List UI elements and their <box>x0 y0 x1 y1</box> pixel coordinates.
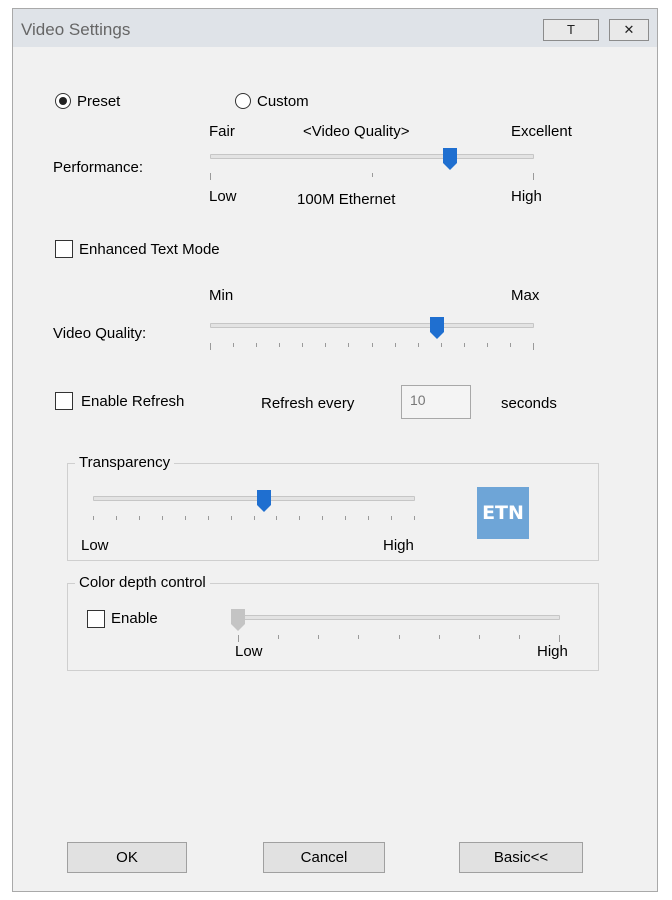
pin-button[interactable]: T <box>543 19 599 41</box>
slider-tick <box>348 343 349 347</box>
color-depth-low-label: Low <box>235 643 263 660</box>
color-depth-high-label: High <box>537 643 568 660</box>
refresh-seconds-label: seconds <box>501 395 557 412</box>
refresh-interval-value: 10 <box>410 392 426 408</box>
refresh-interval-input[interactable]: 10 <box>401 385 471 419</box>
slider-tick <box>358 635 359 639</box>
slider-tick <box>256 343 257 347</box>
performance-excellent-label: Excellent <box>511 123 572 140</box>
close-icon: ✕ <box>623 22 635 37</box>
video-quality-slider-thumb[interactable] <box>429 317 444 339</box>
color-depth-group <box>67 583 599 671</box>
video-quality-min-label: Min <box>209 287 234 304</box>
preset-radio-dot <box>59 97 67 105</box>
ok-button[interactable]: OK <box>67 842 187 873</box>
slider-tick <box>254 516 255 520</box>
video-quality-slider-ticks <box>210 343 534 350</box>
slider-tick <box>414 516 415 520</box>
slider-tick <box>185 516 186 520</box>
slider-tick <box>479 635 480 639</box>
preset-label[interactable]: Preset <box>77 93 120 110</box>
slider-tick <box>533 343 534 350</box>
slider-tick <box>278 635 279 639</box>
performance-high-label: High <box>511 188 542 205</box>
slider-tick <box>238 635 239 642</box>
slider-tick <box>231 516 232 520</box>
slider-tick <box>233 343 234 347</box>
video-quality-max-label: Max <box>511 287 540 304</box>
transparency-low-label: Low <box>81 537 109 554</box>
slider-tick <box>372 343 373 347</box>
slider-tick <box>139 516 140 520</box>
slider-tick <box>116 516 117 520</box>
slider-tick <box>533 173 534 180</box>
performance-slider-ticks <box>210 173 534 180</box>
slider-tick <box>276 516 277 520</box>
slider-tick <box>519 635 520 639</box>
transparency-slider-thumb[interactable] <box>256 490 271 512</box>
color-depth-slider-thumb[interactable] <box>231 609 245 631</box>
slider-tick <box>162 516 163 520</box>
slider-tick <box>210 343 211 350</box>
slider-tick <box>464 343 465 347</box>
pin-icon: T <box>567 22 575 37</box>
title-bar: Video Settings T ✕ <box>13 9 657 47</box>
transparency-slider-ticks <box>93 516 415 522</box>
performance-slider-track[interactable] <box>210 154 534 159</box>
transparency-high-label: High <box>383 537 414 554</box>
etn-logo: ETN <box>477 487 529 539</box>
video-settings-window: Video Settings T ✕ Preset Custom Fair <V… <box>12 8 658 892</box>
video-quality-slider-track[interactable] <box>210 323 534 328</box>
slider-tick <box>322 516 323 520</box>
enable-refresh-checkbox[interactable] <box>55 392 73 410</box>
slider-tick <box>318 635 319 639</box>
slider-tick <box>279 343 280 347</box>
slider-tick <box>510 343 511 347</box>
enhanced-text-checkbox[interactable] <box>55 240 73 258</box>
performance-video-quality-label: <Video Quality> <box>303 123 410 140</box>
slider-tick <box>559 635 560 642</box>
slider-tick <box>418 343 419 347</box>
custom-label[interactable]: Custom <box>257 93 309 110</box>
color-depth-slider-ticks <box>238 635 560 642</box>
slider-tick <box>439 635 440 639</box>
color-depth-title: Color depth control <box>75 574 210 591</box>
color-depth-slider-track[interactable] <box>238 615 560 620</box>
video-quality-label: Video Quality: <box>53 325 147 342</box>
preset-radio[interactable] <box>55 93 71 109</box>
performance-fair-label: Fair <box>209 123 235 140</box>
slider-tick <box>345 516 346 520</box>
slider-tick <box>368 516 369 520</box>
transparency-title: Transparency <box>75 454 175 471</box>
slider-tick <box>441 343 442 347</box>
slider-tick <box>325 343 326 347</box>
slider-tick <box>302 343 303 347</box>
performance-low-label: Low <box>209 188 237 205</box>
slider-tick <box>299 516 300 520</box>
slider-tick <box>208 516 209 520</box>
slider-tick <box>395 343 396 347</box>
enhanced-text-label[interactable]: Enhanced Text Mode <box>79 241 220 258</box>
slider-tick <box>487 343 488 347</box>
cancel-button[interactable]: Cancel <box>263 842 385 873</box>
slider-tick <box>391 516 392 520</box>
refresh-every-label: Refresh every <box>261 395 355 412</box>
color-depth-enable-checkbox[interactable] <box>87 610 105 628</box>
transparency-slider-track[interactable] <box>93 496 415 501</box>
slider-tick <box>210 173 211 180</box>
color-depth-enable-label[interactable]: Enable <box>111 610 158 627</box>
slider-tick <box>399 635 400 639</box>
custom-radio[interactable] <box>235 93 251 109</box>
slider-tick <box>93 516 94 520</box>
performance-label: Performance: <box>53 159 144 176</box>
window-title: Video Settings <box>21 20 131 39</box>
slider-tick <box>372 173 373 177</box>
basic-button[interactable]: Basic<< <box>459 842 583 873</box>
close-button[interactable]: ✕ <box>609 19 649 41</box>
performance-slider-thumb[interactable] <box>442 148 457 170</box>
performance-network-label: 100M Ethernet <box>297 191 396 208</box>
enable-refresh-label[interactable]: Enable Refresh <box>81 393 184 410</box>
